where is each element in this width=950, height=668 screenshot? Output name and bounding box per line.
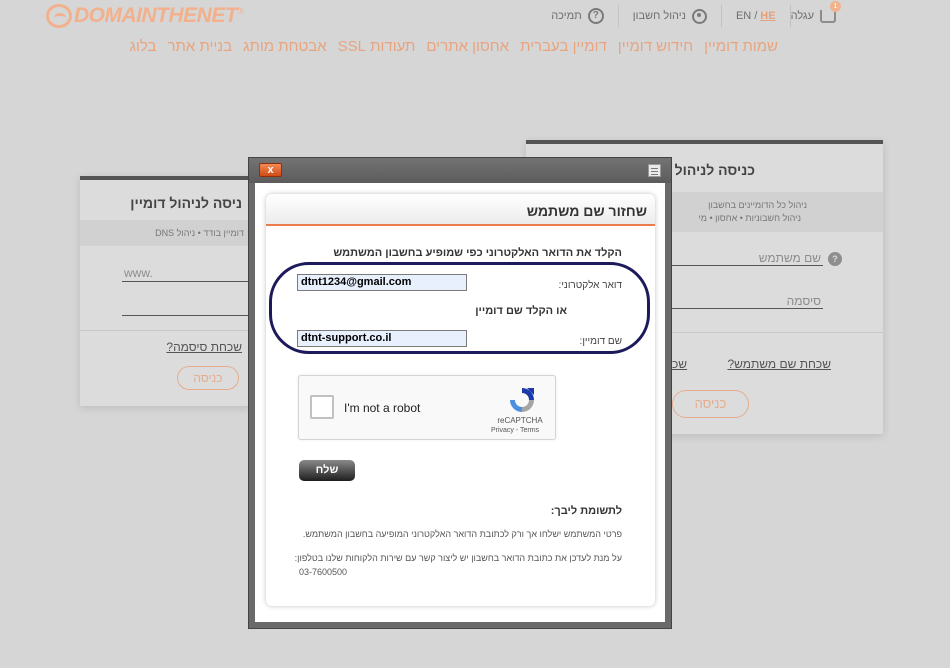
- support-link[interactable]: ? תמיכה: [537, 5, 618, 27]
- or-domain-label: או הקלד שם דומיין: [475, 305, 567, 317]
- language-switcher: EN / HE: [720, 5, 790, 27]
- forgot-password-link[interactable]: שכחת סיסמה?: [166, 340, 242, 354]
- recover-panel: שחזור שם משתמש הקלד את הדואר האלקטרוני כ…: [266, 194, 655, 606]
- logo-text: DOMAINTHENET: [74, 4, 238, 27]
- cart-count-badge: 1: [830, 0, 841, 12]
- site-header: DOMAINTHENET ® 1 עגלה EN / HE ניהול חשבו…: [0, 0, 950, 72]
- recaptcha-label: I'm not a robot: [344, 401, 421, 415]
- recaptcha-brand: reCAPTCHA: [497, 416, 543, 425]
- cart-icon: 1: [820, 0, 841, 23]
- nav-item-renew[interactable]: חידוש דומיין: [618, 38, 693, 55]
- dialog-body: שחזור שם משתמש הקלד את הדואר האלקטרוני כ…: [255, 183, 665, 622]
- dialog-menu-icon[interactable]: [648, 164, 661, 177]
- domain-input-underline: [122, 281, 250, 282]
- top-utility-bar: 1 עגלה EN / HE ניהול חשבון ? תמיכה: [537, 0, 850, 27]
- card-divider: [80, 330, 250, 331]
- recaptcha-logo-icon: [510, 388, 534, 412]
- domain-login-button[interactable]: כניסה: [177, 366, 239, 390]
- password-underline: [672, 308, 823, 309]
- account-login-tabs-1[interactable]: ניהול כל הדומיינים בחשבון: [708, 200, 807, 210]
- account-login-tabs-band: [672, 192, 883, 232]
- site-logo[interactable]: DOMAINTHENET ®: [46, 4, 244, 28]
- logo-registered-mark: ®: [238, 7, 245, 16]
- cart-link[interactable]: 1 עגלה: [789, 0, 850, 27]
- support-phone: 03-7600500: [299, 567, 348, 577]
- lang-en-link[interactable]: EN: [736, 10, 751, 22]
- account-login-tabs-2[interactable]: ניהול חשבוניות • אחסון • מי: [698, 213, 801, 223]
- nav-item-hosting[interactable]: אחסון אתרים: [426, 38, 509, 55]
- cart-label: עגלה: [790, 10, 814, 22]
- account-login-button[interactable]: כניסה: [672, 390, 749, 418]
- password-placeholder[interactable]: סיסמה: [787, 294, 821, 308]
- recaptcha-checkbox[interactable]: [310, 395, 334, 419]
- card-divider-right: [672, 332, 883, 333]
- user-icon: [691, 8, 707, 24]
- lang-separator: /: [754, 10, 758, 22]
- nav-item-blog[interactable]: בלוג: [130, 38, 157, 55]
- help-icon: ?: [587, 8, 604, 24]
- panel-header: שחזור שם משתמש: [266, 194, 655, 226]
- username-help-icon[interactable]: ?: [828, 252, 842, 266]
- forgot-username-link[interactable]: שכחת שם משתמש?: [727, 357, 831, 371]
- support-label: תמיכה: [551, 10, 582, 22]
- domain-login-title: ניסה לניהול דומיין: [130, 195, 242, 211]
- nav-item-hebrew-domain[interactable]: דומיין בעברית: [520, 38, 607, 55]
- domain-login-card: ניסה לניהול דומיין דומיין בודד • ניהול D…: [80, 176, 250, 406]
- dialog-titlebar[interactable]: x: [249, 158, 671, 183]
- dialog-close-button[interactable]: x: [259, 163, 282, 177]
- recover-username-dialog: x שחזור שם משתמש הקלד את הדואר האלקטרוני…: [248, 157, 672, 629]
- password-input-underline[interactable]: [122, 315, 250, 316]
- domain-label: שם דומיין:: [579, 336, 622, 347]
- email-instruction: הקלד את הדואר האלקטרוני כפי שמופיע בחשבו…: [333, 247, 622, 259]
- lang-he-link[interactable]: HE: [760, 10, 775, 22]
- domain-login-tabs[interactable]: דומיין בודד • ניהול DNS: [155, 228, 244, 238]
- domain-input[interactable]: dtnt-support.co.il: [297, 330, 467, 347]
- nav-item-site-builder[interactable]: בניית אתר: [167, 38, 232, 55]
- account-link[interactable]: ניהול חשבון: [617, 5, 721, 27]
- send-button[interactable]: שלח: [299, 460, 355, 481]
- username-underline: [672, 265, 823, 266]
- recaptcha-privacy-terms[interactable]: Privacy - Terms: [485, 427, 545, 434]
- username-placeholder[interactable]: שם משתמש: [759, 251, 821, 265]
- forgot-password-link-partial[interactable]: שכ: [672, 357, 687, 371]
- logo-icon: [46, 4, 72, 28]
- note-line-2: על מנת לעדכן את כתובת הדואר בחשבון יש לי…: [294, 553, 622, 563]
- nav-item-domains[interactable]: שמות דומיין: [704, 38, 778, 55]
- nav-item-ssl[interactable]: תעודות SSL: [338, 38, 416, 55]
- nav-item-brand-protection[interactable]: אבטחת מותג: [243, 38, 327, 55]
- email-input[interactable]: dtnt1234@gmail.com: [297, 274, 467, 291]
- recaptcha-widget: I'm not a robot reCAPTCHA Privacy - Term…: [298, 375, 556, 440]
- account-label: ניהול חשבון: [632, 10, 686, 22]
- note-line-1: פרטי המשתמש ישלחו אך ורק לכתובת הדואר הא…: [302, 529, 622, 539]
- domain-input-placeholder[interactable]: www.: [124, 266, 153, 280]
- panel-title: שחזור שם משתמש: [526, 203, 647, 219]
- note-title: לתשומת ליבך:: [550, 505, 622, 517]
- main-nav: שמות דומיין חידוש דומיין דומיין בעברית א…: [130, 38, 778, 55]
- email-label: דואר אלקטרוני:: [558, 280, 622, 291]
